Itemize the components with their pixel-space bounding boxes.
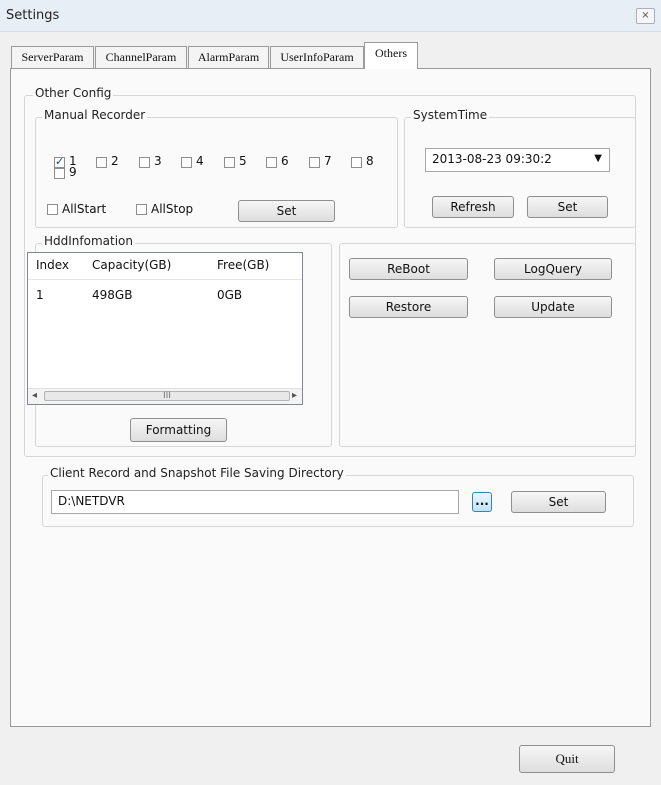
channel-7-label: 7 [324, 154, 332, 168]
channel-3-checkbox[interactable] [139, 157, 150, 168]
tab-channel-param[interactable]: ChannelParam [95, 46, 187, 68]
channel-5-checkbox[interactable] [224, 157, 235, 168]
channel-9-checkbox-box[interactable] [54, 168, 65, 179]
channel-8-checkbox[interactable] [351, 157, 362, 168]
manual-recorder-set-button[interactable]: Set [238, 200, 335, 222]
scrollbar-grip: III [163, 391, 171, 401]
column-header-index[interactable]: Index [36, 258, 69, 272]
system-time-value: 2013-08-23 09:30:2 [432, 152, 552, 166]
column-header-free[interactable]: Free(GB) [217, 258, 269, 272]
table-row-capacity[interactable]: 498GB [92, 288, 132, 302]
channel-6-label: 6 [281, 154, 289, 168]
channel-4-label: 4 [196, 154, 204, 168]
close-button[interactable]: ⨯ [636, 8, 655, 24]
all-stop-label: AllStop [151, 202, 194, 216]
hdd-table [27, 252, 303, 405]
tab-userinfo-param[interactable]: UserInfoParam [270, 46, 364, 68]
channel-9-label: 9 [69, 165, 77, 179]
directory-path-input[interactable]: D:\NETDVR [51, 490, 459, 514]
channel-8-label: 8 [366, 154, 374, 168]
channel-5-label: 5 [239, 154, 247, 168]
directory-set-button[interactable]: Set [511, 491, 606, 513]
all-start-label: AllStart [62, 202, 107, 216]
channel-2-label: 2 [111, 154, 119, 168]
manual-recorder-title: Manual Recorder [42, 108, 148, 122]
all-start-checkbox[interactable] [47, 204, 58, 215]
formatting-button[interactable]: Formatting [130, 418, 227, 442]
scroll-left-icon[interactable]: ◂ [32, 390, 37, 401]
window-title: Settings [6, 8, 60, 23]
all-stop-checkbox[interactable] [136, 204, 147, 215]
channel-4-checkbox[interactable] [181, 157, 192, 168]
table-row-index[interactable]: 1 [36, 288, 44, 302]
close-icon: ⨯ [641, 10, 650, 21]
directory-title: Client Record and Snapshot File Saving D… [48, 466, 346, 480]
system-time-picker[interactable]: 2013-08-23 09:30:2 ▼ [425, 148, 610, 172]
channel-7-checkbox[interactable] [309, 157, 320, 168]
column-header-capacity[interactable]: Capacity(GB) [92, 258, 171, 272]
quit-button[interactable]: Quit [519, 745, 615, 773]
update-button[interactable]: Update [494, 296, 612, 318]
channel-2-checkbox[interactable] [96, 157, 107, 168]
table-header-divider [28, 279, 302, 280]
system-time-title: SystemTime [411, 108, 490, 122]
chevron-down-icon[interactable]: ▼ [594, 149, 602, 169]
other-config-title: Other Config [33, 86, 114, 100]
table-row-free[interactable]: 0GB [217, 288, 242, 302]
browse-button[interactable]: ... [472, 492, 492, 512]
log-query-button[interactable]: LogQuery [494, 258, 612, 280]
reboot-button[interactable]: ReBoot [349, 258, 468, 280]
refresh-time-button[interactable]: Refresh [432, 196, 514, 218]
hdd-info-title: HddInfomation [42, 234, 135, 248]
channel-6-checkbox[interactable] [266, 157, 277, 168]
set-time-button[interactable]: Set [527, 196, 608, 218]
channel-3-label: 3 [154, 154, 162, 168]
tab-alarm-param[interactable]: AlarmParam [188, 46, 269, 68]
title-bar [0, 0, 661, 32]
tab-server-param[interactable]: ServerParam [11, 46, 94, 68]
scroll-right-icon[interactable]: ▸ [292, 390, 297, 401]
restore-button[interactable]: Restore [349, 296, 468, 318]
tab-others[interactable]: Others [364, 42, 418, 69]
